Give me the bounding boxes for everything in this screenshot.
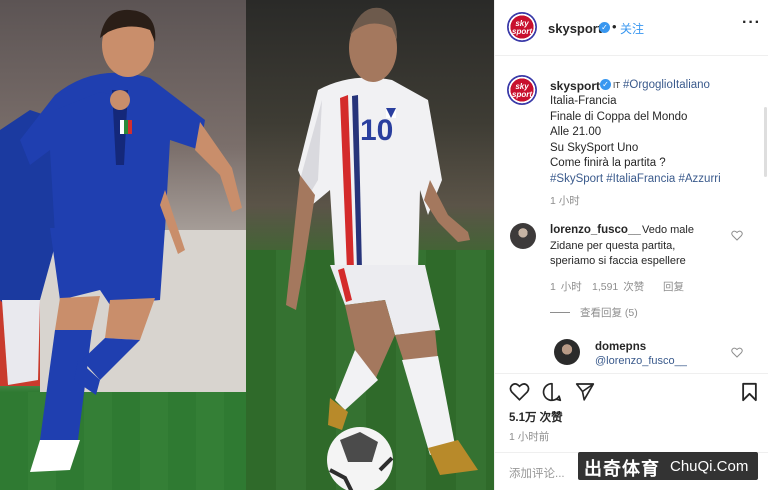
verified-icon: ✓ bbox=[600, 79, 611, 90]
separator-dot: • bbox=[612, 19, 617, 34]
caption-line: Italia-Francia bbox=[550, 95, 617, 107]
comment-text-line: Vedo male bbox=[642, 224, 694, 236]
commenter-avatar[interactable] bbox=[510, 223, 536, 249]
reply-mention: @lorenzo_fusco__ bbox=[595, 354, 687, 370]
comment-icon[interactable] bbox=[542, 382, 562, 402]
likes-count[interactable]: 5.1万 次赞 bbox=[509, 409, 563, 425]
caption-line: Alle 21.00 bbox=[550, 126, 602, 138]
more-options-icon[interactable]: ··· bbox=[742, 14, 761, 32]
comment-text-line: speriamo si faccia espellere bbox=[550, 255, 686, 267]
caption-avatar[interactable]: sky sport bbox=[507, 75, 537, 105]
caption-text: Italia-Francia Finale di Coppa del Mondo… bbox=[550, 94, 765, 187]
action-bar bbox=[495, 373, 768, 413]
follow-button[interactable]: 关注 bbox=[620, 20, 644, 37]
header-username[interactable]: skysport bbox=[548, 21, 602, 36]
view-replies-button[interactable]: 查看回复 (5) bbox=[550, 305, 638, 320]
watermark-cn-text: 出奇体育 bbox=[584, 459, 660, 479]
bookmark-icon[interactable] bbox=[741, 382, 758, 402]
caption-line: Su SkySport Uno bbox=[550, 141, 639, 154]
post-side-panel: sky sport skysport ✓ • 关注 ··· sky sport … bbox=[494, 0, 768, 490]
comment-time: 1 小时 bbox=[550, 281, 582, 293]
mention-link[interactable]: @lorenzo_fusco__ bbox=[595, 355, 687, 367]
share-icon[interactable] bbox=[575, 382, 595, 401]
comment-username[interactable]: lorenzo_fusco__ bbox=[550, 224, 641, 236]
jersey-number: 10 bbox=[360, 114, 393, 147]
comments-scrollbar[interactable] bbox=[764, 107, 767, 177]
view-replies-label: 查看回复 (5) bbox=[580, 307, 638, 319]
reply-username[interactable]: domepns bbox=[595, 341, 646, 353]
skysport-avatar[interactable]: sky sport bbox=[507, 12, 537, 42]
avatar-logo-text: sky sport bbox=[512, 19, 532, 36]
add-comment-input[interactable]: 添加评论... bbox=[509, 465, 565, 481]
post-photo[interactable]: 10 bbox=[0, 0, 494, 490]
avatar-logo-text: sky sport bbox=[512, 82, 532, 99]
heart-icon[interactable] bbox=[509, 382, 530, 401]
comments-list[interactable]: sky sport skysport ✓ IT #OrgoglioItalian… bbox=[495, 57, 768, 373]
commenter-avatar[interactable] bbox=[554, 339, 580, 365]
post-timestamp: 1 小时前 bbox=[509, 431, 550, 443]
comment-likes[interactable]: 1,591 次赞 bbox=[592, 279, 644, 294]
caption-time: 1 小时 bbox=[550, 195, 580, 207]
comment-heart-icon[interactable] bbox=[731, 230, 743, 241]
post-header: sky sport skysport ✓ • 关注 ··· bbox=[495, 0, 768, 56]
caption-hashtag-orgoglio[interactable]: #OrgoglioItaliano bbox=[623, 79, 710, 91]
reply-button[interactable]: 回复 bbox=[663, 279, 684, 294]
caption-flag-prefix: IT bbox=[613, 81, 621, 90]
caption-line: Finale di Coppa del Mondo bbox=[550, 110, 688, 123]
comment-heart-icon[interactable] bbox=[731, 347, 743, 358]
watermark-en-text: ChuQi.Com bbox=[670, 458, 749, 475]
caption-username[interactable]: skysport bbox=[550, 79, 600, 93]
caption-hashtags[interactable]: #SkySport #ItaliaFrancia #Azzurri bbox=[550, 172, 765, 188]
replies-divider bbox=[550, 312, 570, 313]
caption-line: Come finirà la partita ? bbox=[550, 157, 666, 169]
site-watermark: 出奇体育 ChuQi.Com bbox=[578, 452, 758, 480]
verified-icon: ✓ bbox=[599, 22, 610, 33]
players-illustration: 10 bbox=[0, 7, 478, 490]
comment-text-line: Zidane per questa partita, bbox=[550, 240, 676, 252]
